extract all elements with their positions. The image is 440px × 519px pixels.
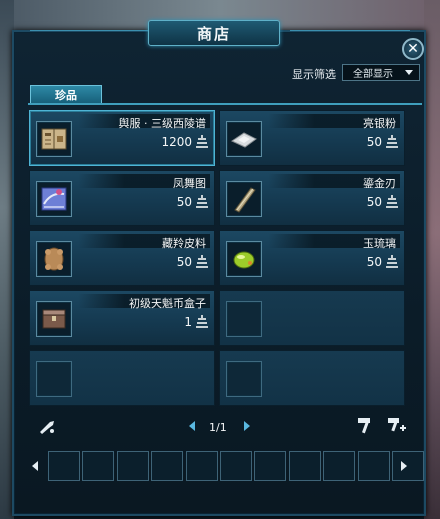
- window-title: 商店: [196, 24, 231, 43]
- page-indicator: 1/1: [209, 421, 227, 434]
- inventory-slot[interactable]: [82, 451, 115, 481]
- silver-powder-icon: [230, 132, 257, 148]
- item-price: 50: [366, 135, 382, 149]
- filter-dropdown[interactable]: 全部显示: [342, 64, 420, 81]
- tab-treasures[interactable]: 珍品: [30, 85, 102, 103]
- close-icon: ✕: [407, 41, 419, 57]
- close-button[interactable]: ✕: [402, 38, 424, 60]
- shop-item[interactable]: 鎏金刃 50: [219, 170, 405, 226]
- item-slot: [226, 181, 262, 217]
- shop-item[interactable]: 玉琉璃 50: [219, 230, 405, 286]
- item-slot: [36, 301, 72, 337]
- next-page-button[interactable]: [244, 421, 250, 431]
- jade-glass-icon: [233, 251, 255, 269]
- currency-icon: [196, 195, 208, 208]
- currency-icon: [386, 255, 398, 268]
- scroll-book-icon: [41, 128, 67, 150]
- window-title-plate: 商店: [148, 20, 280, 46]
- shop-item[interactable]: 初级天魁币盒子 1: [29, 290, 215, 346]
- item-name: 鎏金刃: [363, 177, 396, 190]
- inventory-slot[interactable]: [185, 451, 218, 481]
- tab-underline: [28, 103, 422, 105]
- filter-selected-value: 全部显示: [353, 69, 393, 80]
- item-slot: [226, 121, 262, 157]
- item-slot: [36, 241, 72, 277]
- repair-hammer-icon[interactable]: [356, 416, 376, 434]
- item-slot: [226, 301, 262, 337]
- item-name: 藏羚皮料: [162, 237, 206, 250]
- inventory-slot[interactable]: [48, 451, 80, 481]
- item-price: 1: [184, 315, 192, 329]
- inventory-slot[interactable]: [357, 451, 390, 481]
- currency-icon: [196, 255, 208, 268]
- item-price: 50: [176, 255, 192, 269]
- shop-item[interactable]: 藏羚皮料 50: [29, 230, 215, 286]
- coin-box-icon: [42, 309, 66, 329]
- inventory-next-button[interactable]: [401, 461, 407, 471]
- item-slot: [36, 121, 72, 157]
- item-slot: [36, 181, 72, 217]
- title-ornament-left: [30, 30, 150, 36]
- item-name: 舆服 · 三级西陵谱: [118, 117, 207, 130]
- title-ornament-right: [290, 30, 410, 36]
- inventory-prev-button[interactable]: [32, 461, 38, 471]
- inventory-slot[interactable]: [392, 451, 424, 481]
- empty-item-cell: [219, 350, 405, 406]
- gilded-blade-icon: [234, 187, 256, 213]
- chevron-down-icon: [405, 70, 413, 75]
- currency-icon: [196, 135, 208, 148]
- inventory-slot[interactable]: [116, 451, 149, 481]
- shop-item[interactable]: 舆服 · 三级西陵谱 1200: [29, 110, 215, 166]
- inventory-slot[interactable]: [254, 451, 287, 481]
- inventory-slot[interactable]: [151, 451, 184, 481]
- currency-icon: [386, 195, 398, 208]
- currency-icon: [196, 315, 208, 328]
- inventory-slot[interactable]: [323, 451, 356, 481]
- inventory-slot[interactable]: [220, 451, 252, 481]
- item-price: 50: [176, 195, 192, 209]
- item-price: 50: [366, 255, 382, 269]
- buyback-icon[interactable]: [38, 418, 58, 436]
- currency-icon: [386, 135, 398, 148]
- inventory-slot[interactable]: [288, 451, 321, 481]
- phoenix-painting-icon: [41, 187, 67, 211]
- item-name: 初级天魁币盒子: [129, 297, 206, 310]
- scene-background-right: [424, 0, 440, 519]
- item-slot: [226, 361, 262, 397]
- item-price: 50: [366, 195, 382, 209]
- filter-label: 显示筛选: [292, 68, 336, 81]
- item-slot: [36, 361, 72, 397]
- item-name: 凤舞图: [173, 177, 206, 190]
- item-name: 亮银粉: [363, 117, 396, 130]
- shop-item[interactable]: 亮银粉 50: [219, 110, 405, 166]
- item-name: 玉琉璃: [363, 237, 396, 250]
- item-slot: [226, 241, 262, 277]
- prev-page-button[interactable]: [189, 421, 195, 431]
- shop-item[interactable]: 凤舞图 50: [29, 170, 215, 226]
- repair-all-icon[interactable]: [386, 416, 406, 434]
- empty-item-cell: [29, 350, 215, 406]
- empty-item-cell: [219, 290, 405, 346]
- item-price: 1200: [161, 135, 192, 149]
- antelope-hide-icon: [44, 247, 64, 271]
